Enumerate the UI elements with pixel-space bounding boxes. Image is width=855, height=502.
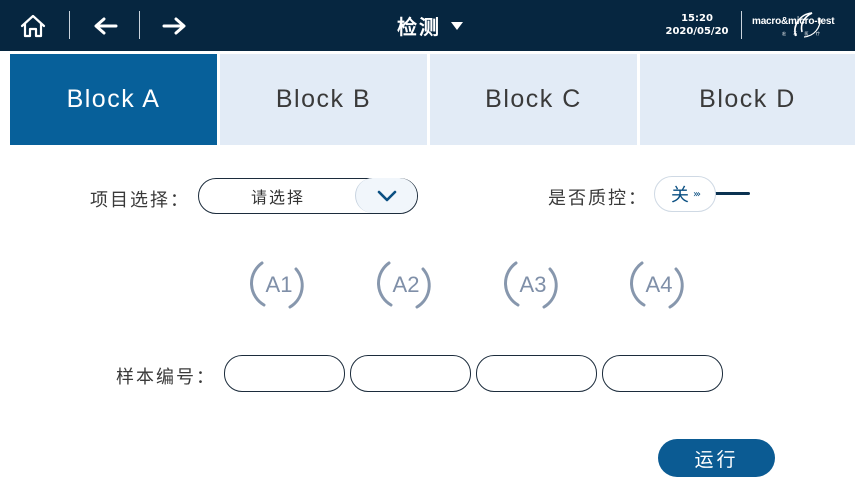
back-button[interactable] (80, 0, 130, 51)
logo-text: macro&micro-test (752, 16, 835, 27)
project-select-label: 项目选择： (90, 190, 190, 211)
arrow-left-icon (94, 17, 118, 34)
clock-time: 15:20 (681, 13, 713, 24)
home-icon (20, 14, 46, 37)
forward-button[interactable] (150, 0, 200, 51)
tab-label: Block C (485, 85, 582, 113)
sample-input-a4[interactable] (602, 355, 723, 392)
sample-number-label: 样本编号： (116, 367, 216, 388)
topbar-divider (741, 11, 742, 39)
tab-block-b[interactable]: Block B (220, 54, 427, 145)
page-title-menu[interactable]: 检测 (360, 0, 500, 51)
block-tabs: Block A Block B Block C Block D (10, 54, 855, 145)
tab-block-a[interactable]: Block A (10, 54, 217, 145)
well-a3[interactable]: A3 (504, 257, 562, 313)
qc-toggle-knob: 关 ››› (654, 176, 716, 212)
home-button[interactable] (8, 0, 58, 51)
sample-input-a1[interactable] (224, 355, 345, 392)
caret-down-icon (451, 21, 463, 30)
clock-date: 2020/05/20 (665, 26, 729, 37)
well-label: A3 (519, 272, 547, 297)
tab-block-c[interactable]: Block C (430, 54, 637, 145)
well-label: A2 (392, 272, 420, 297)
brand-logo: macro&micro-test 宏 石 医 疗 (752, 10, 848, 42)
well-label: A1 (265, 272, 293, 297)
arrow-right-icon (162, 17, 186, 34)
clock: 15:20 2020/05/20 (662, 12, 732, 38)
project-select-value: 请选择 (250, 187, 305, 207)
well-a1[interactable]: A1 (250, 257, 308, 313)
tab-label: Block D (699, 85, 796, 113)
double-chevron-right-icon: ››› (693, 188, 701, 200)
project-select[interactable]: 请选择 (198, 178, 418, 214)
qc-toggle[interactable]: 关 ››› (654, 176, 750, 212)
topbar-divider (139, 11, 140, 39)
run-button-label: 运行 (694, 448, 739, 471)
tab-label: Block A (66, 85, 161, 113)
top-bar: 检测 15:20 2020/05/20 macro&micro-test 宏 石… (0, 0, 855, 51)
tab-label: Block B (275, 85, 372, 113)
run-button[interactable]: 运行 (658, 439, 775, 477)
qc-toggle-value: 关 (671, 185, 689, 206)
well-label: A4 (645, 272, 673, 297)
well-a4[interactable]: A4 (630, 257, 688, 313)
chevron-down-icon (377, 190, 396, 201)
sample-input-a3[interactable] (476, 355, 597, 392)
logo-subtext: 宏 石 医 疗 (782, 31, 823, 36)
tab-block-d[interactable]: Block D (640, 54, 855, 145)
sample-input-a2[interactable] (350, 355, 471, 392)
well-a2[interactable]: A2 (377, 257, 435, 313)
page-title: 检测 (397, 15, 441, 39)
project-select-dropdown-button[interactable] (355, 178, 417, 213)
qc-label: 是否质控： (548, 188, 648, 209)
topbar-divider (69, 11, 70, 39)
